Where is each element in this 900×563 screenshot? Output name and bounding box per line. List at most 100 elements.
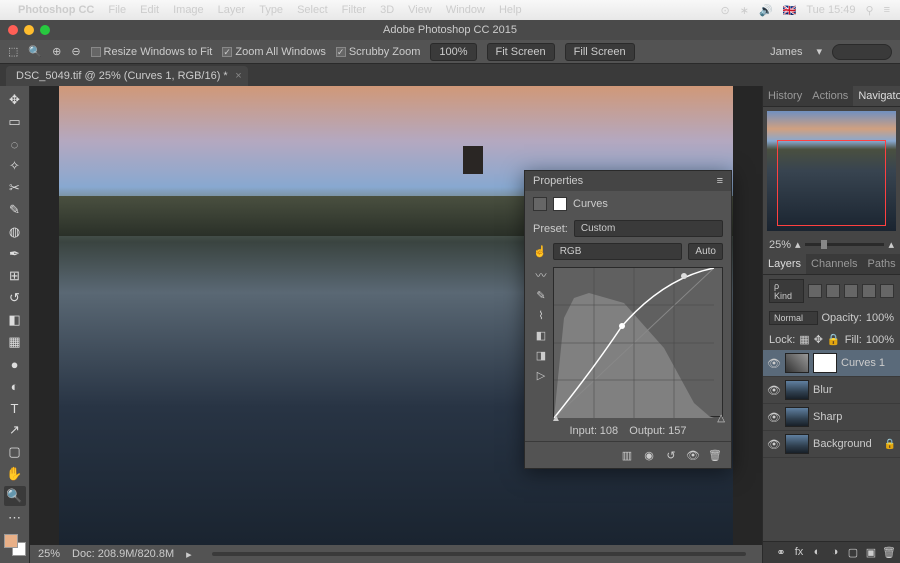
tab-navigator[interactable]: Navigator (853, 86, 900, 106)
volume-icon[interactable]: 🔊 (759, 4, 773, 17)
tool-move[interactable]: ✥ (4, 90, 26, 110)
layer-thumb[interactable] (785, 434, 809, 454)
status-zoom[interactable]: 25% (38, 548, 60, 560)
view-previous-icon[interactable]: ◉ (641, 448, 657, 462)
tool-heal[interactable]: ◍ (4, 222, 26, 242)
layer-name[interactable]: Curves 1 (841, 357, 885, 369)
reset-icon[interactable]: ↺ (663, 448, 679, 462)
layer-name[interactable]: Blur (813, 384, 833, 396)
navigator-preview[interactable] (767, 111, 896, 231)
adjustment-icon[interactable]: ◑ (828, 546, 842, 559)
channel-select[interactable]: RGB (553, 243, 683, 260)
visibility-icon[interactable]: 👁 (767, 357, 781, 370)
opacity-value[interactable]: 100% (866, 312, 894, 324)
fit-screen-button[interactable]: Fit Screen (487, 43, 555, 61)
search-field[interactable] (832, 44, 892, 60)
nav-zoom-value[interactable]: 25% (769, 239, 791, 251)
blend-mode-select[interactable]: Normal (769, 311, 818, 325)
fill-value[interactable]: 100% (866, 334, 894, 346)
filter-txt-icon[interactable] (844, 284, 858, 298)
menu-file[interactable]: File (108, 4, 126, 16)
flag-icon[interactable]: 🇬🇧 (783, 4, 797, 17)
color-swatches[interactable] (4, 534, 26, 556)
menu-select[interactable]: Select (297, 4, 328, 16)
curve-point[interactable] (619, 323, 625, 329)
mask-tab-icon[interactable] (553, 197, 567, 211)
menu-type[interactable]: Type (259, 4, 283, 16)
channel-picker-icon[interactable]: ☝ (533, 245, 547, 258)
layer-thumb[interactable] (785, 380, 809, 400)
filter-img-icon[interactable] (808, 284, 822, 298)
zoom-all-checkbox[interactable] (222, 47, 232, 57)
preset-select[interactable]: Custom (574, 220, 723, 237)
gray-point-icon[interactable]: ◨ (533, 347, 549, 363)
curves-graph[interactable]: ▲ △ (553, 267, 723, 417)
menu-view[interactable]: View (408, 4, 432, 16)
auto-button[interactable]: Auto (688, 243, 723, 260)
notifications-icon[interactable]: ≡ (884, 4, 890, 16)
filter-shape-icon[interactable] (862, 284, 876, 298)
menu-app[interactable]: Photoshop CC (18, 4, 94, 16)
curve-point-tool[interactable]: 〰 (533, 267, 549, 283)
zoom-out-icon[interactable]: ⊖ (71, 45, 80, 58)
lock-pos-icon[interactable]: ✥ (814, 333, 823, 346)
menu-edit[interactable]: Edit (140, 4, 159, 16)
menu-3d[interactable]: 3D (380, 4, 394, 16)
spotlight-icon[interactable]: ⚲ (866, 4, 874, 17)
tool-brush[interactable]: ✒ (4, 244, 26, 264)
close-window-icon[interactable] (8, 25, 18, 35)
status-icon[interactable]: ⊙ (721, 4, 730, 17)
properties-header[interactable]: Properties ≡ (525, 171, 731, 191)
curve-pencil-tool[interactable]: ✎ (533, 287, 549, 303)
resize-checkbox[interactable] (91, 47, 101, 57)
white-point-icon[interactable]: ▷ (533, 367, 549, 383)
properties-panel[interactable]: Properties ≡ Curves Preset: Custom ☝ RGB… (524, 170, 732, 469)
tool-hand[interactable]: ✋ (4, 464, 26, 484)
scroll-slider[interactable] (212, 552, 746, 556)
minimize-window-icon[interactable] (24, 25, 34, 35)
curve-point[interactable] (681, 273, 687, 279)
layer-filter-kind[interactable]: ρ Kind (769, 279, 804, 303)
nav-zoom-out-icon[interactable]: ▴ (795, 238, 801, 251)
tool-shape[interactable]: ▢ (4, 442, 26, 462)
tool-lasso[interactable]: ◌ (4, 134, 26, 154)
tab-layers[interactable]: Layers (763, 254, 806, 274)
layer-thumb[interactable] (785, 407, 809, 427)
new-layer-icon[interactable]: ▣ (864, 546, 878, 559)
visibility-icon[interactable]: 👁 (767, 438, 781, 451)
delete-adjustment-icon[interactable]: 🗑 (707, 448, 723, 462)
layer-row[interactable]: 👁 Blur (763, 377, 900, 404)
link-layers-icon[interactable]: ⚭ (774, 546, 788, 559)
zoom-100-button[interactable]: 100% (430, 43, 476, 61)
layer-mask[interactable] (813, 353, 837, 373)
clip-icon[interactable]: ▥ (619, 448, 635, 462)
tool-eyedrop[interactable]: ✎ (4, 200, 26, 220)
menu-help[interactable]: Help (499, 4, 522, 16)
tab-actions[interactable]: Actions (807, 86, 853, 106)
lock-pixels-icon[interactable]: ▦ (799, 333, 809, 346)
layer-row[interactable]: 👁 Background 🔒 (763, 431, 900, 458)
scrubby-checkbox[interactable] (336, 47, 346, 57)
menu-window[interactable]: Window (446, 4, 485, 16)
nav-zoom-slider[interactable] (805, 243, 885, 246)
zoom-in-icon[interactable]: ⊕ (52, 45, 61, 58)
output-value[interactable]: 157 (668, 425, 686, 437)
bluetooth-icon[interactable]: ∗ (740, 4, 749, 17)
layer-row[interactable]: 👁 Curves 1 (763, 350, 900, 377)
white-slider-icon[interactable]: △ (717, 413, 725, 424)
tool-zoom[interactable]: 🔍 (4, 486, 26, 506)
input-value[interactable]: 108 (600, 425, 618, 437)
tool-crop[interactable]: ✂ (4, 178, 26, 198)
trash-icon[interactable]: 🗑 (882, 546, 896, 559)
zoom-tool-icon[interactable]: 🔍 (28, 45, 42, 58)
fx-icon[interactable]: fx (792, 546, 806, 559)
zoom-window-icon[interactable] (40, 25, 50, 35)
curve-smooth-tool[interactable]: ⌇ (533, 307, 549, 323)
user-label[interactable]: James (770, 46, 802, 58)
black-point-icon[interactable]: ◧ (533, 327, 549, 343)
layer-name[interactable]: Background (813, 438, 872, 450)
tab-history[interactable]: History (763, 86, 807, 106)
panel-menu-icon[interactable]: ≡ (717, 175, 723, 187)
status-doc[interactable]: Doc: 208.9M/820.8M (72, 548, 174, 560)
fill-screen-button[interactable]: Fill Screen (565, 43, 635, 61)
